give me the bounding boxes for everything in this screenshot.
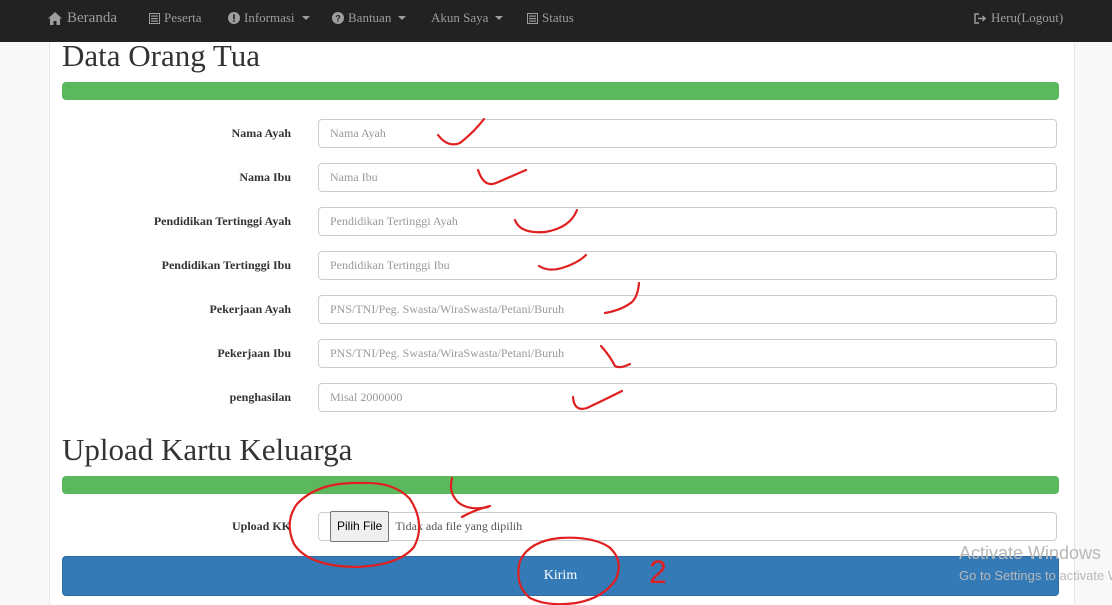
nav-bantuan-label: Bantuan — [348, 10, 392, 25]
submit-button[interactable]: Kirim — [62, 556, 1059, 596]
upload-kk-file-input[interactable]: Pilih File Tidak ada file yang dipilih — [318, 511, 1057, 542]
mother-occupation-input[interactable] — [318, 339, 1057, 368]
caret-down-icon — [398, 16, 407, 20]
exclamation-circle-icon — [228, 12, 240, 24]
question-circle-icon: ? — [332, 12, 344, 24]
income-label: penghasilan — [229, 390, 291, 404]
activate-windows-subtitle: Go to Settings to activate Windows. — [959, 568, 1112, 583]
logout-icon — [974, 12, 987, 24]
mother-education-input[interactable] — [318, 251, 1057, 280]
nav-beranda-label: Beranda — [67, 10, 117, 26]
caret-down-icon — [301, 16, 310, 20]
nav-informasi-label: Informasi — [244, 10, 295, 25]
nav-peserta[interactable]: Peserta — [149, 0, 202, 36]
nav-akun-saya[interactable]: Akun Saya — [431, 0, 504, 36]
home-icon — [48, 11, 62, 25]
nav-peserta-label: Peserta — [164, 10, 202, 25]
file-status-text: Tidak ada file yang dipilih — [395, 519, 523, 533]
nav-status[interactable]: Status — [527, 0, 574, 36]
parents-section-title: Data Orang Tua — [62, 38, 261, 73]
father-occupation-label: Pekerjaan Ayah — [209, 302, 291, 316]
income-input[interactable] — [318, 383, 1057, 412]
nav-beranda[interactable]: Beranda — [47, 0, 117, 36]
mother-name-label: Nama Ibu — [239, 170, 291, 184]
nav-status-label: Status — [542, 10, 574, 25]
parents-progress-bar — [62, 82, 1059, 100]
list-icon — [149, 12, 160, 24]
nav-informasi[interactable]: Informasi — [228, 0, 310, 36]
nav-logout[interactable]: Heru(Logout) — [974, 0, 1063, 36]
submit-button-label: Kirim — [543, 568, 578, 583]
upload-progress-bar — [62, 476, 1059, 494]
nav-akun-saya-label: Akun Saya — [431, 10, 489, 25]
caret-down-icon — [495, 16, 504, 20]
father-education-label: Pendidikan Tertinggi Ayah — [153, 214, 291, 228]
choose-file-button[interactable]: Pilih File — [330, 511, 390, 542]
mother-name-input[interactable] — [318, 163, 1057, 192]
upload-kk-label: Upload KK — [231, 519, 291, 533]
top-navbar: Beranda Peserta Informasi ? Bantuan Akun… — [0, 0, 1112, 42]
upload-section-title: Upload Kartu Keluarga — [62, 432, 353, 467]
svg-text:?: ? — [335, 13, 341, 23]
nav-bantuan[interactable]: ? Bantuan — [332, 0, 407, 36]
nav-logout-label: Heru(Logout) — [991, 10, 1064, 25]
father-education-input[interactable] — [318, 207, 1057, 236]
father-name-input[interactable] — [318, 119, 1057, 148]
mother-occupation-label: Pekerjaan Ibu — [217, 346, 291, 360]
father-name-label: Nama Ayah — [231, 126, 291, 140]
mother-education-label: Pendidikan Tertinggi Ibu — [161, 258, 291, 272]
activate-windows-title: Activate Windows — [959, 543, 1102, 563]
father-occupation-input[interactable] — [318, 295, 1057, 324]
list-icon — [527, 12, 538, 24]
